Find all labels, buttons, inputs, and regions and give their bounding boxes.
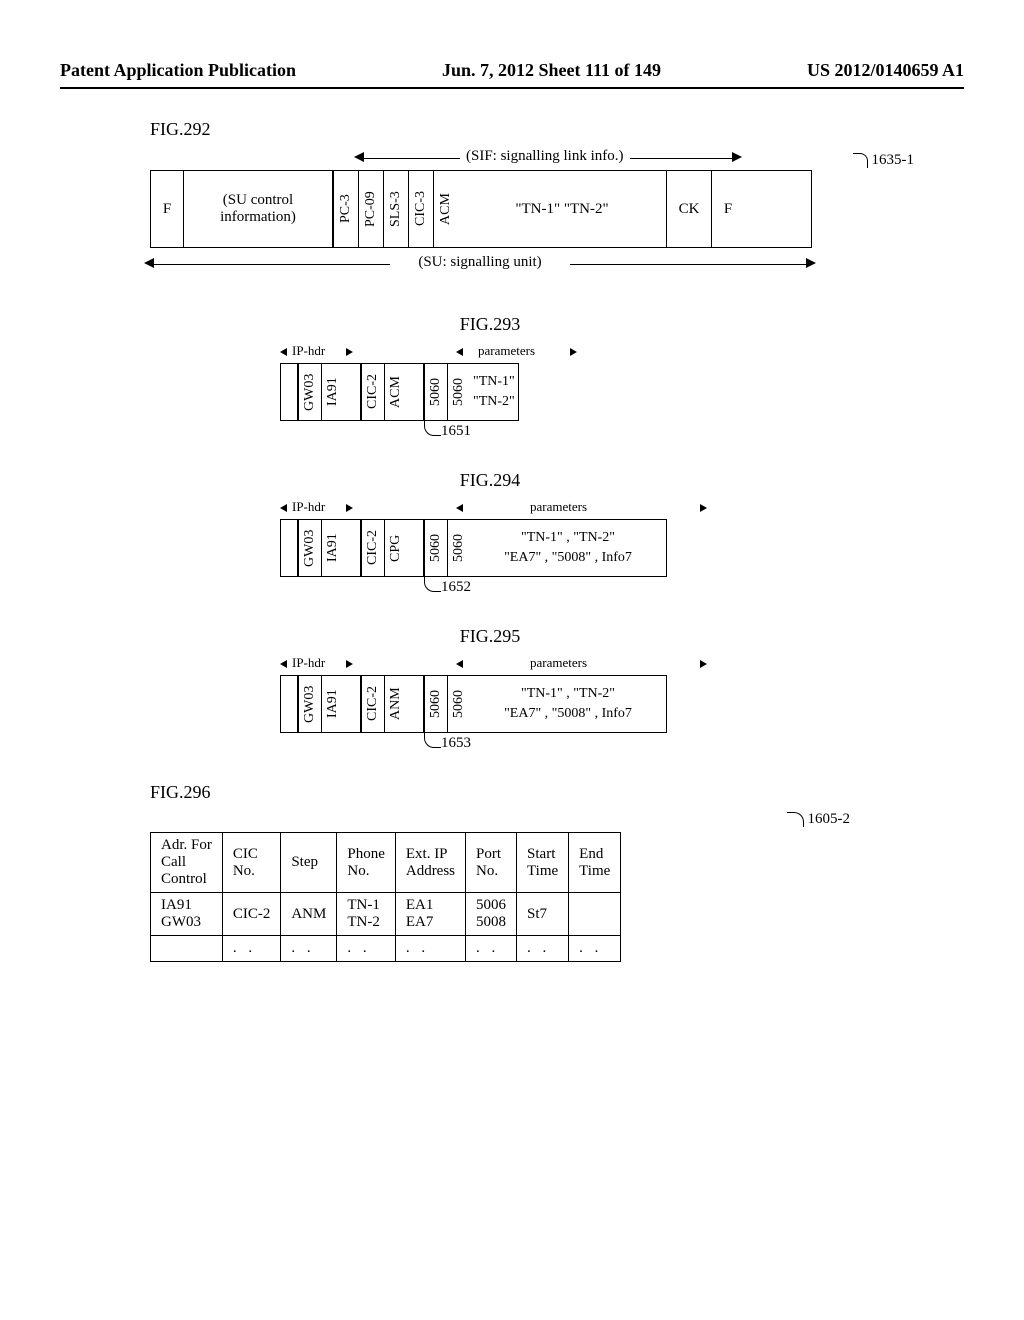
ip-hdr-label: IP-hdr [292, 499, 325, 515]
cell-tn: "TN-1" "TN-2" [458, 171, 667, 247]
flag-f2: F [712, 171, 744, 247]
su-label: (SU: signalling unit) [390, 254, 570, 271]
packet-293: GW03 IA91 CIC-2 ACM 5060 5060 "TN-1" "TN… [280, 363, 519, 421]
figure-294: FIG.294 IP-hdr parameters GW03 IA91 CIC-… [280, 470, 964, 596]
cell-pc09: PC-09 [358, 171, 383, 247]
td-cic: CIC-2 [222, 893, 281, 936]
cell-ia91: IA91 [321, 364, 344, 420]
th-step: Step [281, 833, 337, 893]
cell-cic2: CIC-2 [361, 520, 384, 576]
table-296: Adr. For Call Control CIC No. Step Phone… [150, 832, 621, 962]
cell-5060b: 5060 [447, 676, 470, 732]
figure-292: FIG.292 (SIF: signalling link info.) 163… [150, 119, 964, 278]
th-phone: Phone No. [337, 833, 396, 893]
ip-hdr-label: IP-hdr [292, 343, 325, 359]
cell-5060a: 5060 [424, 520, 447, 576]
su-control-info: (SU control information) [184, 171, 333, 247]
cell-params: "TN-1" "TN-2" [470, 364, 518, 420]
cell-sls3: SLS-3 [383, 171, 408, 247]
header-left: Patent Application Publication [60, 60, 296, 81]
su-arrow: (SU: signalling unit) [150, 254, 810, 278]
packet-294: GW03 IA91 CIC-2 CPG 5060 5060 "TN-1" , "… [280, 519, 667, 577]
th-end: End Time [569, 833, 621, 893]
table-header-row: Adr. For Call Control CIC No. Step Phone… [151, 833, 621, 893]
ref-1651: 1651 [420, 421, 964, 440]
td-port: 5006 5008 [466, 893, 517, 936]
cell-5060a: 5060 [424, 364, 447, 420]
cell-acm: ACM [433, 171, 458, 247]
table-row: IA91 GW03 CIC-2 ANM TN-1 TN-2 EA1 EA7 50… [151, 893, 621, 936]
cell-cpg: CPG [384, 520, 407, 576]
ref-1605-2: 1605-2 [150, 811, 850, 828]
ref-1653: 1653 [420, 733, 964, 752]
flag-f1: F [151, 171, 184, 247]
figure-296: FIG.296 1605-2 Adr. For Call Control CIC… [150, 782, 964, 962]
packet-295: GW03 IA91 CIC-2 ANM 5060 5060 "TN-1" , "… [280, 675, 667, 733]
td-step: ANM [281, 893, 337, 936]
table-row-dots: . . . . . . . . . . . . . . [151, 936, 621, 962]
cell-anm: ANM [384, 676, 407, 732]
fig295-label: FIG.295 [280, 626, 700, 647]
params-label: parameters [530, 655, 587, 671]
params-label: parameters [530, 499, 587, 515]
signalling-unit-box: F (SU control information) PC-3 PC-09 SL… [150, 170, 812, 248]
cell-pc3: PC-3 [333, 171, 358, 247]
th-adr: Adr. For Call Control [151, 833, 223, 893]
fig293-label: FIG.293 [280, 314, 700, 335]
fig296-label: FIG.296 [150, 782, 964, 803]
arrow-left-icon [144, 258, 154, 268]
figure-295: FIG.295 IP-hdr parameters GW03 IA91 CIC-… [280, 626, 964, 752]
ref-1635-1: 1635-1 [853, 152, 915, 169]
cell-cic2: CIC-2 [361, 676, 384, 732]
cell-5060a: 5060 [424, 676, 447, 732]
ip-hdr-label: IP-hdr [292, 655, 325, 671]
header-right: US 2012/0140659 A1 [807, 60, 964, 81]
cell-5060b: 5060 [447, 364, 470, 420]
params-label: parameters [478, 343, 535, 359]
cell-params: "TN-1" , "TN-2" "EA7" , "5008" , Info7 [470, 676, 666, 732]
td-end [569, 893, 621, 936]
cell-acm: ACM [384, 364, 407, 420]
arrow-right-icon [732, 152, 742, 162]
th-start: Start Time [517, 833, 569, 893]
cell-params: "TN-1" , "TN-2" "EA7" , "5008" , Info7 [470, 520, 666, 576]
td-start: St7 [517, 893, 569, 936]
cell-gw03: GW03 [298, 364, 321, 420]
cell-5060b: 5060 [447, 520, 470, 576]
cell-ia91: IA91 [321, 520, 344, 576]
td-adr: IA91 GW03 [151, 893, 223, 936]
td-phone: TN-1 TN-2 [337, 893, 396, 936]
page-header: Patent Application Publication Jun. 7, 2… [60, 60, 964, 81]
td-extip: EA1 EA7 [395, 893, 465, 936]
fig292-label: FIG.292 [150, 119, 964, 140]
cell-cic3: CIC-3 [408, 171, 433, 247]
cell-ia91: IA91 [321, 676, 344, 732]
cell-gw03: GW03 [298, 520, 321, 576]
sif-label: (SIF: signalling link info.) [460, 148, 630, 165]
cell-ck: CK [667, 171, 712, 247]
header-center: Jun. 7, 2012 Sheet 111 of 149 [442, 60, 661, 81]
cell-gw03: GW03 [298, 676, 321, 732]
th-extip: Ext. IP Address [395, 833, 465, 893]
cell-cic2: CIC-2 [361, 364, 384, 420]
header-rule [60, 87, 964, 89]
th-port: Port No. [466, 833, 517, 893]
fig294-label: FIG.294 [280, 470, 700, 491]
ref-1652: 1652 [420, 577, 964, 596]
arrow-left-icon [354, 152, 364, 162]
arrow-right-icon [806, 258, 816, 268]
figure-293: FIG.293 IP-hdr parameters GW03 IA91 CIC-… [280, 314, 964, 440]
sif-arrow: (SIF: signalling link info.) [150, 148, 964, 170]
th-cic: CIC No. [222, 833, 281, 893]
